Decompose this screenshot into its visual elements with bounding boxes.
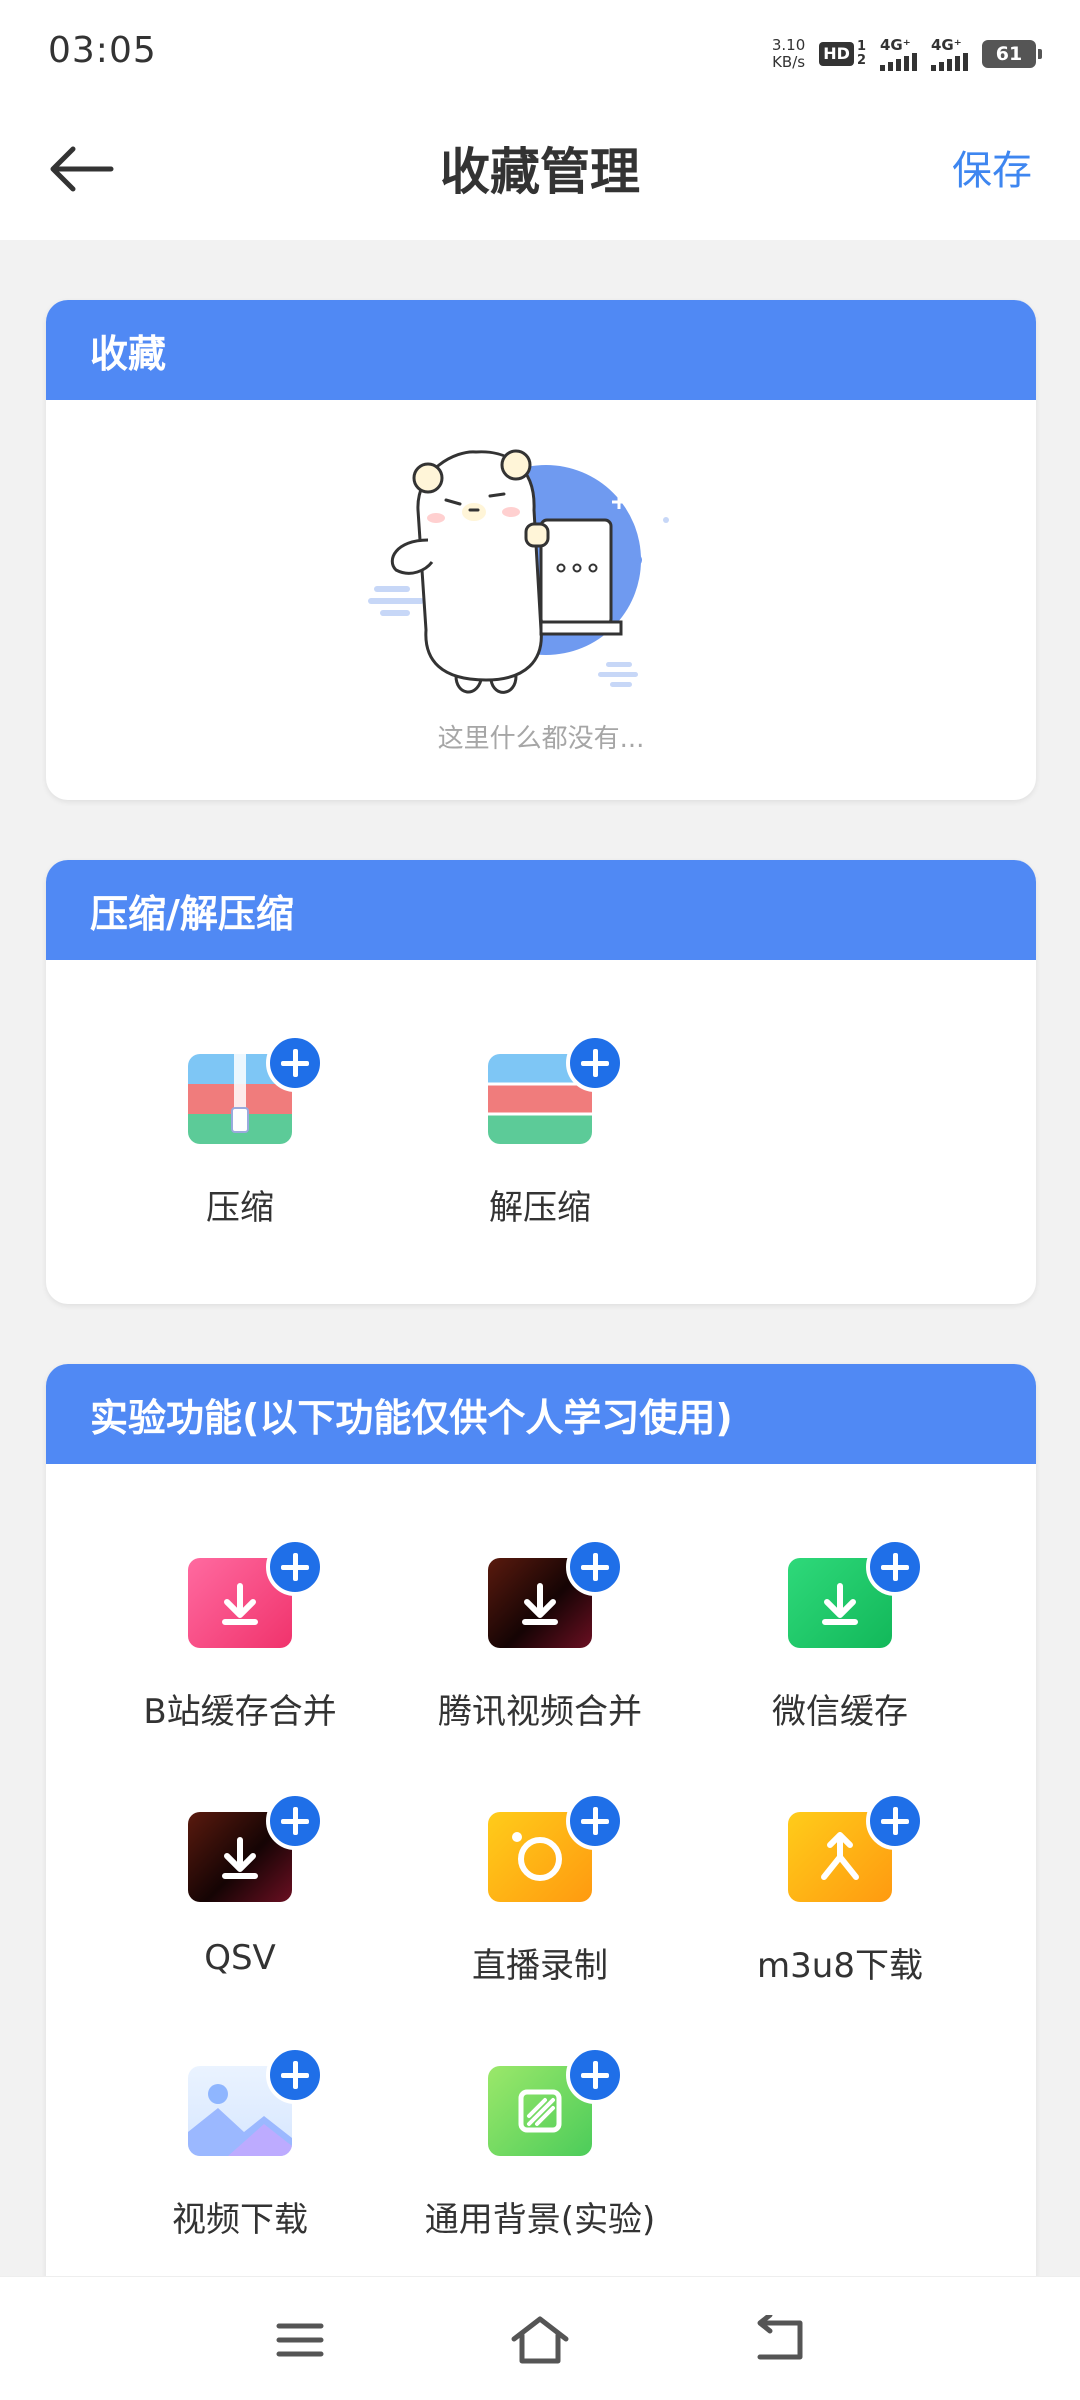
tool-label: 压缩 (206, 1188, 274, 1228)
network-speed-value: 3.10 (771, 36, 806, 54)
signal-2-label: 4G⁺ (931, 36, 962, 54)
status-time: 03:05 (48, 30, 157, 71)
add-compress-button[interactable] (266, 1034, 324, 1092)
back-return-icon (757, 2315, 803, 2360)
add-wechat-cache-button[interactable] (866, 1538, 924, 1596)
add-video-download-button[interactable] (266, 2046, 324, 2104)
tool-live-record[interactable]: 直播录制 (390, 1792, 690, 1987)
tool-label: 微信缓存 (772, 1692, 908, 1732)
tool-label: 通用背景(实验) (424, 2200, 656, 2240)
favorites-card: 收藏 这里什么都没有... (46, 300, 1036, 800)
nav-home-button[interactable] (500, 2305, 580, 2375)
compression-card: 压缩/解压缩 压缩 解压缩 (46, 860, 1036, 1304)
add-general-background-button[interactable] (566, 2046, 624, 2104)
tool-m3u8-download[interactable]: m3u8下载 (690, 1792, 990, 1987)
tool-bilibili-merge[interactable]: B站缓存合并 (90, 1538, 390, 1733)
tool-label: m3u8下载 (757, 1946, 923, 1986)
tool-wechat-cache[interactable]: 微信缓存 (690, 1538, 990, 1733)
home-icon (511, 2316, 569, 2364)
experimental-title: 实验功能(以下功能仅供个人学习使用) (46, 1364, 1036, 1464)
network-speed: 3.10 KB/s (772, 37, 805, 71)
tool-general-background[interactable]: 通用背景(实验) (390, 2046, 690, 2241)
save-button[interactable]: 保存 (952, 138, 1032, 196)
experimental-card: 实验功能(以下功能仅供个人学习使用) B站缓存合并 腾讯视频合并 微信缓存 QS… (46, 1364, 1036, 2400)
hd-sub-top: 1 (856, 39, 866, 54)
page-title: 收藏管理 (440, 143, 640, 201)
battery-icon: 61 (982, 40, 1042, 68)
tool-qsv[interactable]: QSV (90, 1792, 390, 1978)
compression-title: 压缩/解压缩 (46, 860, 1036, 960)
favorites-title: 收藏 (46, 300, 1036, 400)
tool-label: B站缓存合并 (143, 1692, 337, 1732)
nav-back-button[interactable] (740, 2305, 820, 2375)
tool-label: 视频下载 (172, 2200, 308, 2240)
app-header: 收藏管理 保存 (0, 104, 1080, 240)
signal-2-icon: 4G⁺ (931, 37, 968, 71)
menu-icon (276, 2323, 324, 2357)
signal-1-label: 4G⁺ (880, 36, 911, 54)
tool-compress[interactable]: 压缩 (90, 1034, 390, 1229)
nav-menu-button[interactable] (260, 2305, 340, 2375)
status-indicators: 3.10 KB/s HD 1 2 4G⁺ 4G⁺ 61 (772, 32, 1042, 76)
add-bilibili-merge-button[interactable] (266, 1538, 324, 1596)
add-decompress-button[interactable] (566, 1034, 624, 1092)
battery-level: 61 (995, 43, 1023, 65)
hd-voice-icon: HD 1 2 (819, 40, 866, 68)
tool-label: 腾讯视频合并 (438, 1692, 642, 1732)
hd-label: HD (819, 42, 854, 66)
tool-video-download[interactable]: 视频下载 (90, 2046, 390, 2241)
tool-label: QSV (204, 1938, 276, 1978)
tool-decompress[interactable]: 解压缩 (390, 1034, 690, 1229)
favorites-empty-state: 这里什么都没有... (46, 400, 1036, 800)
tool-label: 直播录制 (472, 1946, 608, 1986)
status-bar: 03:05 3.10 KB/s HD 1 2 4G⁺ 4G⁺ 61 (0, 0, 1080, 104)
tool-tencent-merge[interactable]: 腾讯视频合并 (390, 1538, 690, 1733)
add-qsv-button[interactable] (266, 1792, 324, 1850)
add-m3u8-download-button[interactable] (866, 1792, 924, 1850)
signal-1-icon: 4G⁺ (880, 37, 917, 71)
network-speed-unit: KB/s (772, 53, 806, 71)
empty-message: 这里什么都没有... (437, 724, 645, 754)
tool-label: 解压缩 (489, 1188, 591, 1228)
hd-sub-bottom: 2 (856, 53, 866, 68)
add-live-record-button[interactable] (566, 1792, 624, 1850)
add-tencent-merge-button[interactable] (566, 1538, 624, 1596)
system-nav-bar (0, 2276, 1080, 2400)
empty-bear-illustration-icon (368, 449, 669, 694)
